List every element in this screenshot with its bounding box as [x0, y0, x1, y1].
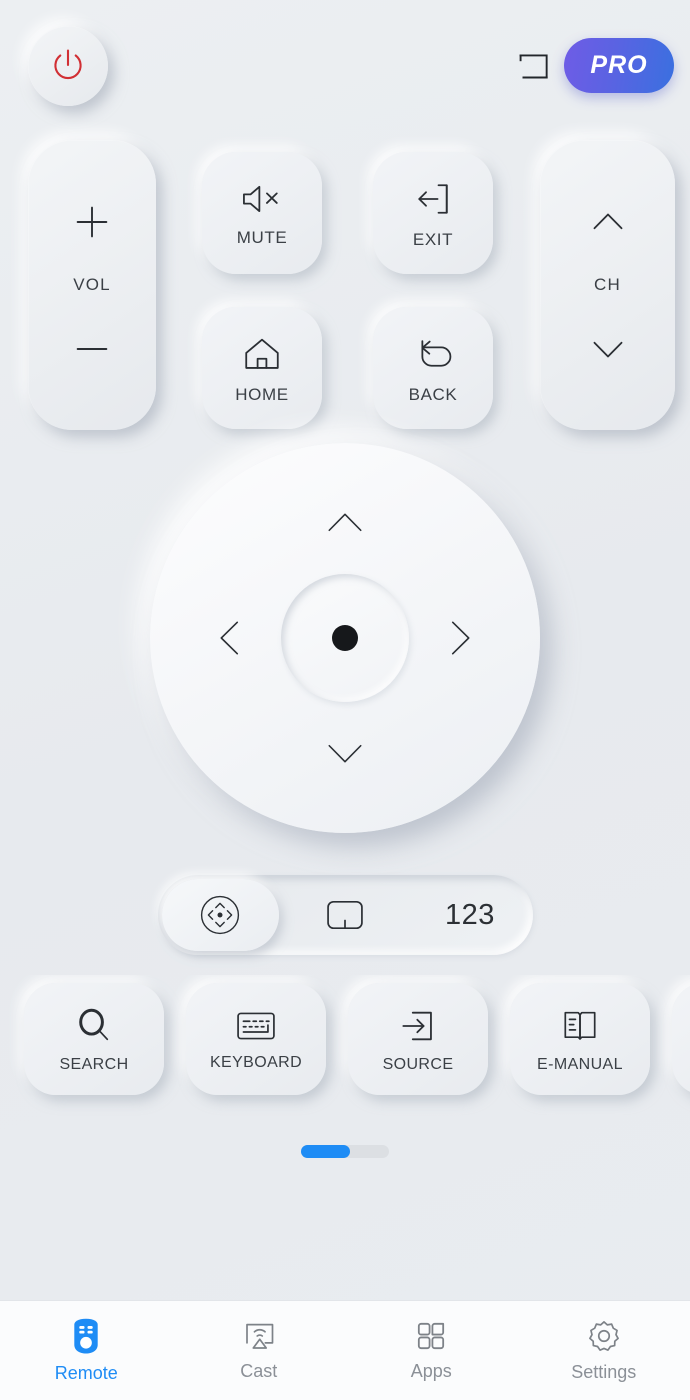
dpad-right-button[interactable] — [422, 600, 498, 676]
chevron-left-icon — [201, 609, 259, 667]
channel-label: CH — [594, 275, 621, 294]
channel-pad: CH — [540, 140, 675, 430]
nav-label-apps: Apps — [410, 1361, 452, 1381]
home-label: HOME — [235, 384, 289, 404]
nav-item-apps[interactable]: Apps — [345, 1301, 518, 1400]
function-row-area[interactable]: SEARCH KEYBOARD SOURCE E-MANUAL — [0, 975, 690, 1125]
mute-button[interactable]: MUTE — [202, 152, 322, 274]
pro-badge[interactable]: PRO — [564, 38, 674, 93]
emanual-label: E-MANUAL — [537, 1055, 623, 1073]
remote-icon — [69, 1317, 103, 1355]
chevron-up-icon — [316, 494, 374, 552]
center-dot-icon — [332, 625, 358, 651]
keyboard-label: KEYBOARD — [209, 1053, 303, 1071]
bottom-nav: Remote Cast Apps Settings — [0, 1300, 690, 1400]
exit-button[interactable]: EXIT — [373, 152, 493, 274]
home-button[interactable]: HOME — [202, 307, 322, 429]
source-button[interactable]: SOURCE — [348, 983, 488, 1095]
nav-item-remote[interactable]: Remote — [0, 1301, 173, 1400]
apps-grid-icon — [414, 1319, 448, 1353]
back-arrow-icon — [411, 332, 455, 376]
control-cluster: VOL CH MUTE EXIT HOME BACK — [0, 135, 690, 435]
dpad-disc — [150, 443, 540, 833]
source-input-icon — [397, 1005, 439, 1047]
mute-label: MUTE — [236, 227, 288, 247]
pro-badge-label: PRO — [590, 51, 648, 79]
speaker-mute-icon — [239, 179, 285, 219]
back-label: BACK — [408, 384, 458, 404]
emanual-button[interactable]: E-MANUAL — [510, 983, 650, 1095]
chevron-right-icon — [431, 609, 489, 667]
search-icon — [73, 1005, 115, 1047]
back-button[interactable]: BACK — [373, 307, 493, 429]
mode-numbers-option[interactable]: 123 — [408, 875, 533, 955]
scroll-indicator-area — [0, 1125, 690, 1177]
scroll-indicator-track[interactable] — [301, 1144, 389, 1158]
mode-dpad-option[interactable] — [158, 875, 283, 955]
volume-label: VOL — [73, 275, 111, 294]
gear-icon — [586, 1318, 622, 1354]
chevron-down-icon — [583, 324, 633, 374]
power-button[interactable] — [28, 26, 108, 106]
keyboard-button[interactable]: KEYBOARD — [186, 983, 326, 1095]
dpad-ok-button[interactable] — [281, 574, 409, 702]
nav-item-settings[interactable]: Settings — [518, 1301, 690, 1400]
search-label: SEARCH — [59, 1055, 129, 1073]
mode-numbers-label: 123 — [445, 898, 495, 931]
channel-up-button[interactable] — [540, 170, 675, 273]
keyboard-icon — [234, 1007, 278, 1045]
exit-label: EXIT — [412, 229, 454, 249]
top-bar: PRO — [0, 0, 690, 135]
mode-switch: 123 — [157, 875, 533, 955]
home-icon — [240, 332, 284, 376]
exit-icon — [411, 177, 455, 221]
volume-up-button[interactable] — [28, 170, 156, 273]
volume-pad: VOL — [28, 140, 156, 430]
book-icon — [559, 1005, 601, 1047]
nav-label-cast: Cast — [240, 1361, 278, 1381]
mode-touchpad-option[interactable] — [283, 875, 408, 955]
power-icon — [47, 45, 89, 87]
chevron-down-icon — [316, 724, 374, 782]
dpad-down-button[interactable] — [307, 715, 383, 791]
scroll-indicator-thumb[interactable] — [301, 1144, 351, 1158]
dpad-up-button[interactable] — [307, 485, 383, 561]
function-row: SEARCH KEYBOARD SOURCE E-MANUAL — [24, 983, 690, 1095]
frame-corner-icon — [511, 43, 557, 89]
source-label: SOURCE — [382, 1055, 454, 1073]
plus-icon — [69, 199, 115, 245]
more-functions-button[interactable] — [672, 983, 690, 1095]
mode-switch-area: 123 — [0, 855, 690, 975]
nav-label-settings: Settings — [571, 1362, 637, 1382]
search-button[interactable]: SEARCH — [24, 983, 164, 1095]
chevron-up-icon — [583, 197, 633, 247]
dpad-left-button[interactable] — [192, 600, 268, 676]
volume-down-button[interactable] — [28, 297, 156, 400]
screen-mirror-button[interactable] — [508, 40, 560, 92]
nav-item-cast[interactable]: Cast — [173, 1301, 346, 1400]
nav-label-remote: Remote — [54, 1363, 118, 1383]
remote-app-screen: PRO VOL CH MUTE EXIT HOME BACK 123 SEARC… — [0, 0, 690, 1400]
cast-icon — [241, 1319, 277, 1353]
minus-icon — [69, 326, 115, 372]
dpad-area — [0, 435, 690, 855]
dpad-circle-icon — [196, 891, 244, 939]
channel-down-button[interactable] — [540, 297, 675, 400]
touchpad-icon — [323, 895, 367, 935]
